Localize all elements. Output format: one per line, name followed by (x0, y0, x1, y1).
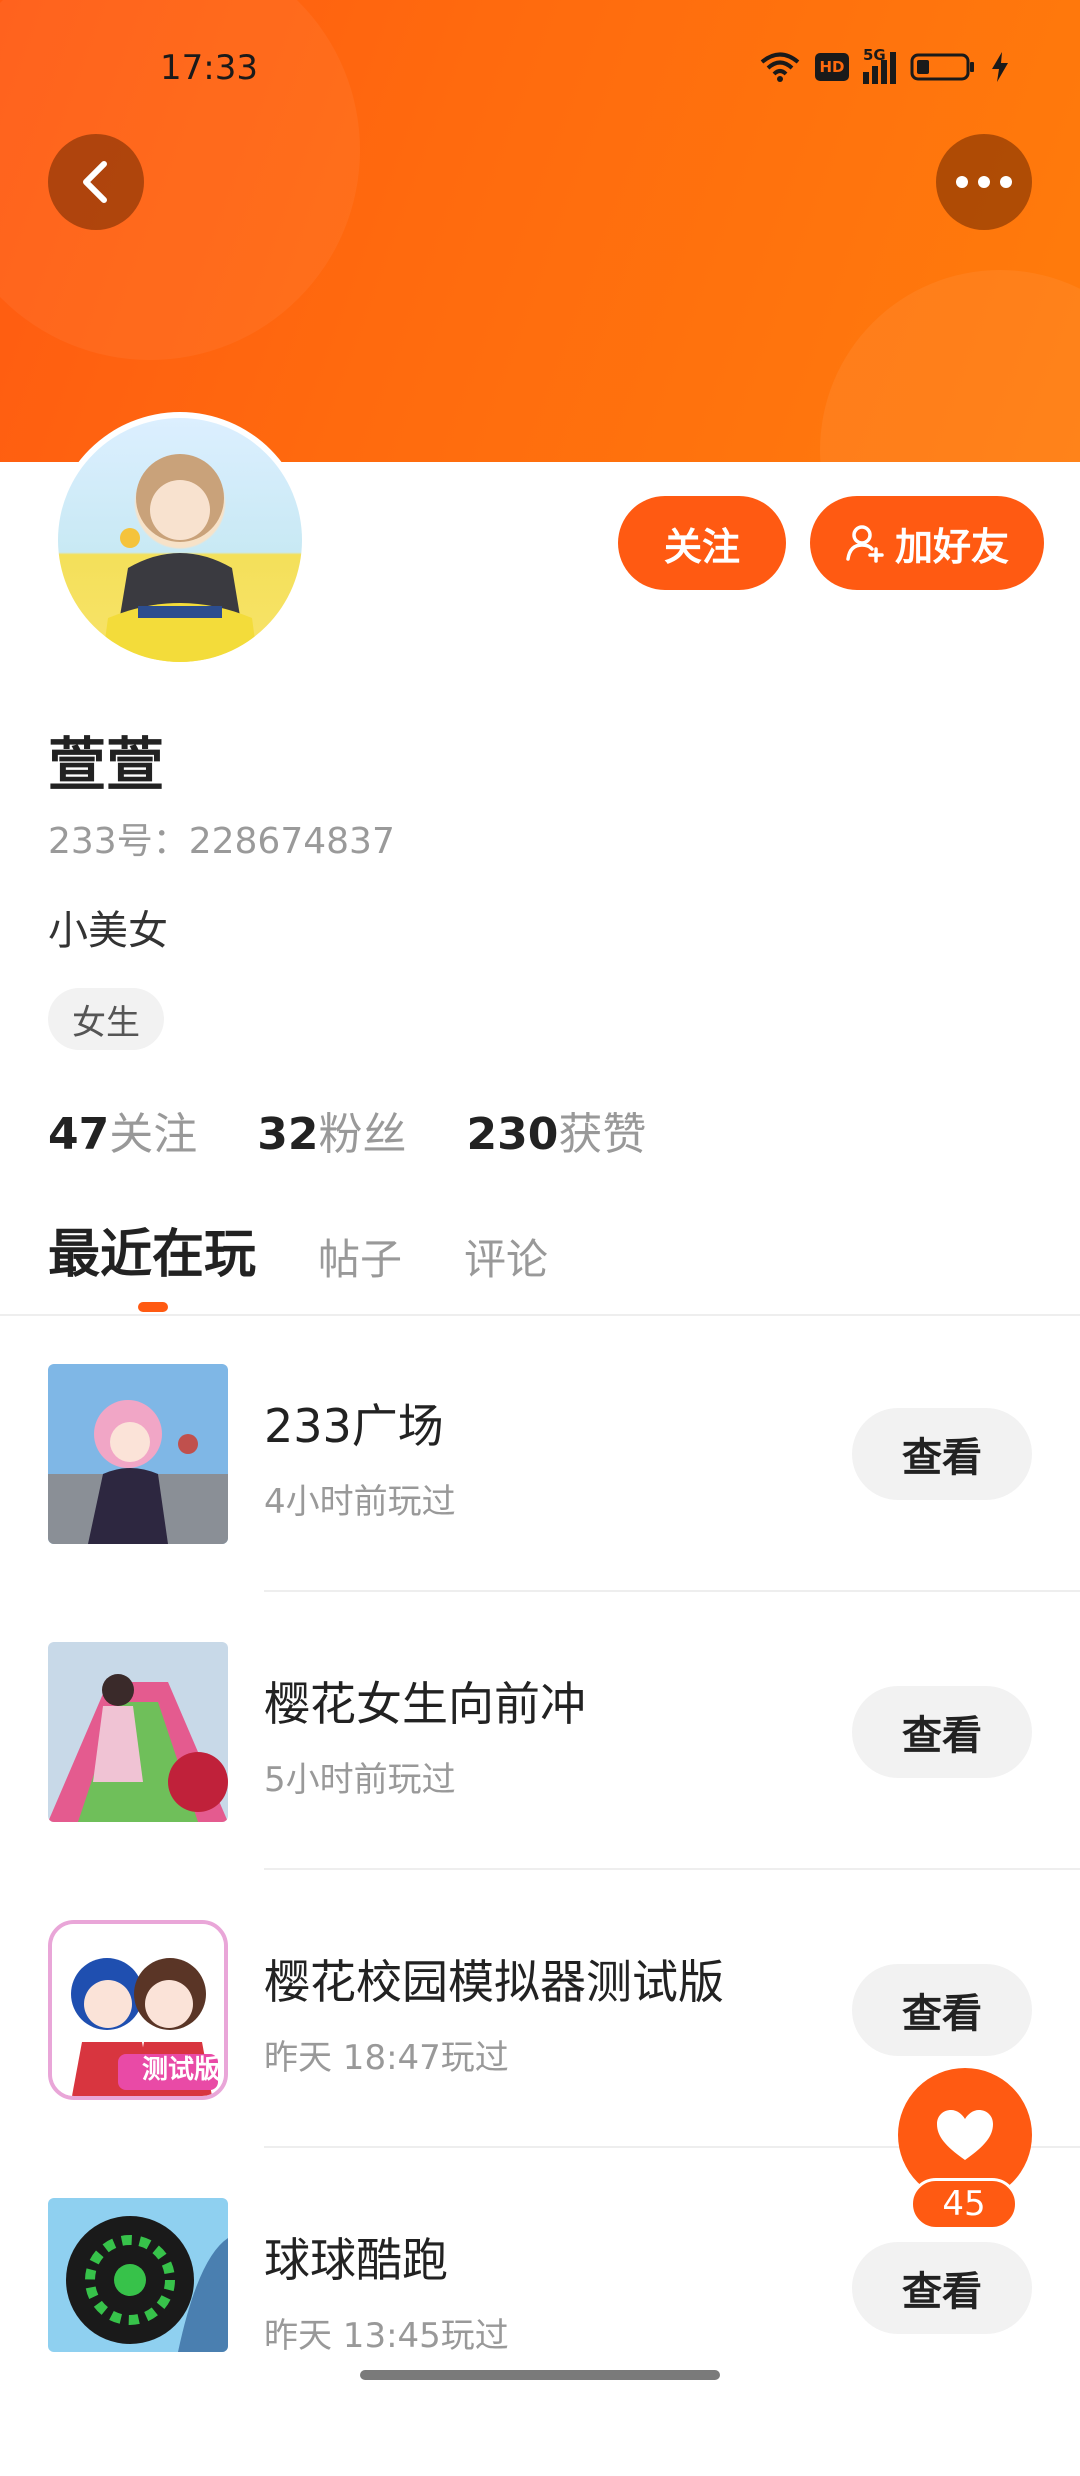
profile-bio: 小美女 (48, 908, 168, 954)
game-title: 樱花女生向前冲 (264, 1677, 586, 1731)
profile-uid: 233号：228674837 (48, 821, 395, 862)
game-thumbnail (48, 1642, 228, 1822)
wifi-icon (760, 52, 800, 82)
profile-name: 萱萱 (48, 731, 165, 799)
game-title: 233广场 (264, 1399, 444, 1453)
game-last-played: 5小时前玩过 (264, 1760, 456, 1800)
game-title: 球球酷跑 (264, 2233, 448, 2287)
game-thumbnail (48, 1364, 228, 1544)
add-friend-button-label: 加好友 (894, 524, 1009, 569)
add-friend-button[interactable]: 加好友 (810, 496, 1044, 590)
game-last-played: 昨天 13:45玩过 (264, 2316, 509, 2356)
stat-following-label: 关注 (109, 1109, 198, 1160)
network-label: 5G (863, 46, 886, 64)
tab-posts[interactable]: 帖子 (318, 1226, 402, 1287)
header-decoration (820, 270, 1080, 462)
more-dots-icon (956, 176, 1012, 188)
profile-stats: 47关注 32粉丝 230获赞 (48, 1098, 646, 1162)
game-title: 樱花校园模拟器测试版 (264, 1955, 724, 2009)
follow-button[interactable]: 关注 (618, 496, 786, 590)
heart-icon (937, 2110, 993, 2160)
list-item[interactable]: 樱花女生向前冲 5小时前玩过 查看 (0, 1642, 1080, 1920)
active-tab-indicator (138, 1302, 168, 1312)
tab-recently-played[interactable]: 最近在玩 (48, 1212, 256, 1287)
home-indicator[interactable] (360, 2370, 720, 2380)
status-time: 17:33 (160, 48, 258, 88)
stat-followers[interactable]: 32粉丝 (257, 1098, 406, 1162)
avatar[interactable] (52, 412, 308, 668)
view-button[interactable]: 查看 (852, 2242, 1032, 2334)
more-button[interactable] (936, 134, 1032, 230)
game-last-played: 4小时前玩过 (264, 1482, 456, 1522)
game-thumbnail: 测试版 (48, 1920, 228, 2100)
profile-tabs: 最近在玩 帖子 评论 (48, 1212, 548, 1287)
stat-likes[interactable]: 230获赞 (466, 1098, 646, 1162)
tab-comments[interactable]: 评论 (464, 1226, 548, 1287)
game-last-played: 昨天 18:47玩过 (264, 2038, 509, 2078)
tab-divider (0, 1314, 1080, 1316)
test-version-badge: 测试版 (141, 2055, 220, 2085)
signal-icon: 5G (863, 46, 896, 84)
game-thumbnail (48, 2198, 228, 2352)
stat-following[interactable]: 47关注 (48, 1098, 197, 1162)
list-divider (264, 1590, 1080, 1592)
list-divider (264, 1868, 1080, 1870)
stat-following-value: 47 (48, 1109, 110, 1160)
view-button[interactable]: 查看 (852, 1686, 1032, 1778)
status-icons: HD 5G (759, 46, 1010, 84)
stat-likes-label: 获赞 (558, 1109, 647, 1160)
stat-followers-value: 32 (257, 1109, 319, 1160)
avatar-image (58, 418, 302, 662)
back-button[interactable] (48, 134, 144, 230)
list-item[interactable]: 233广场 4小时前玩过 查看 (0, 1364, 1080, 1642)
view-button[interactable]: 查看 (852, 1408, 1032, 1500)
view-button[interactable]: 查看 (852, 1964, 1032, 2056)
like-count-badge: 45 (910, 2178, 1018, 2230)
stat-likes-value: 230 (466, 1109, 559, 1160)
follow-button-label: 关注 (663, 524, 740, 569)
chevron-left-icon (83, 161, 107, 203)
stat-followers-label: 粉丝 (318, 1109, 407, 1160)
battery-icon (910, 53, 974, 81)
list-item[interactable]: 球球酷跑 昨天 13:45玩过 查看 (0, 2198, 1080, 2476)
add-user-icon (846, 525, 884, 563)
gender-tag: 女生 (48, 988, 164, 1050)
charging-icon (992, 52, 1008, 82)
status-bar: 17:33 HD 5G (0, 0, 1080, 130)
hd-badge-icon: HD (815, 53, 849, 81)
